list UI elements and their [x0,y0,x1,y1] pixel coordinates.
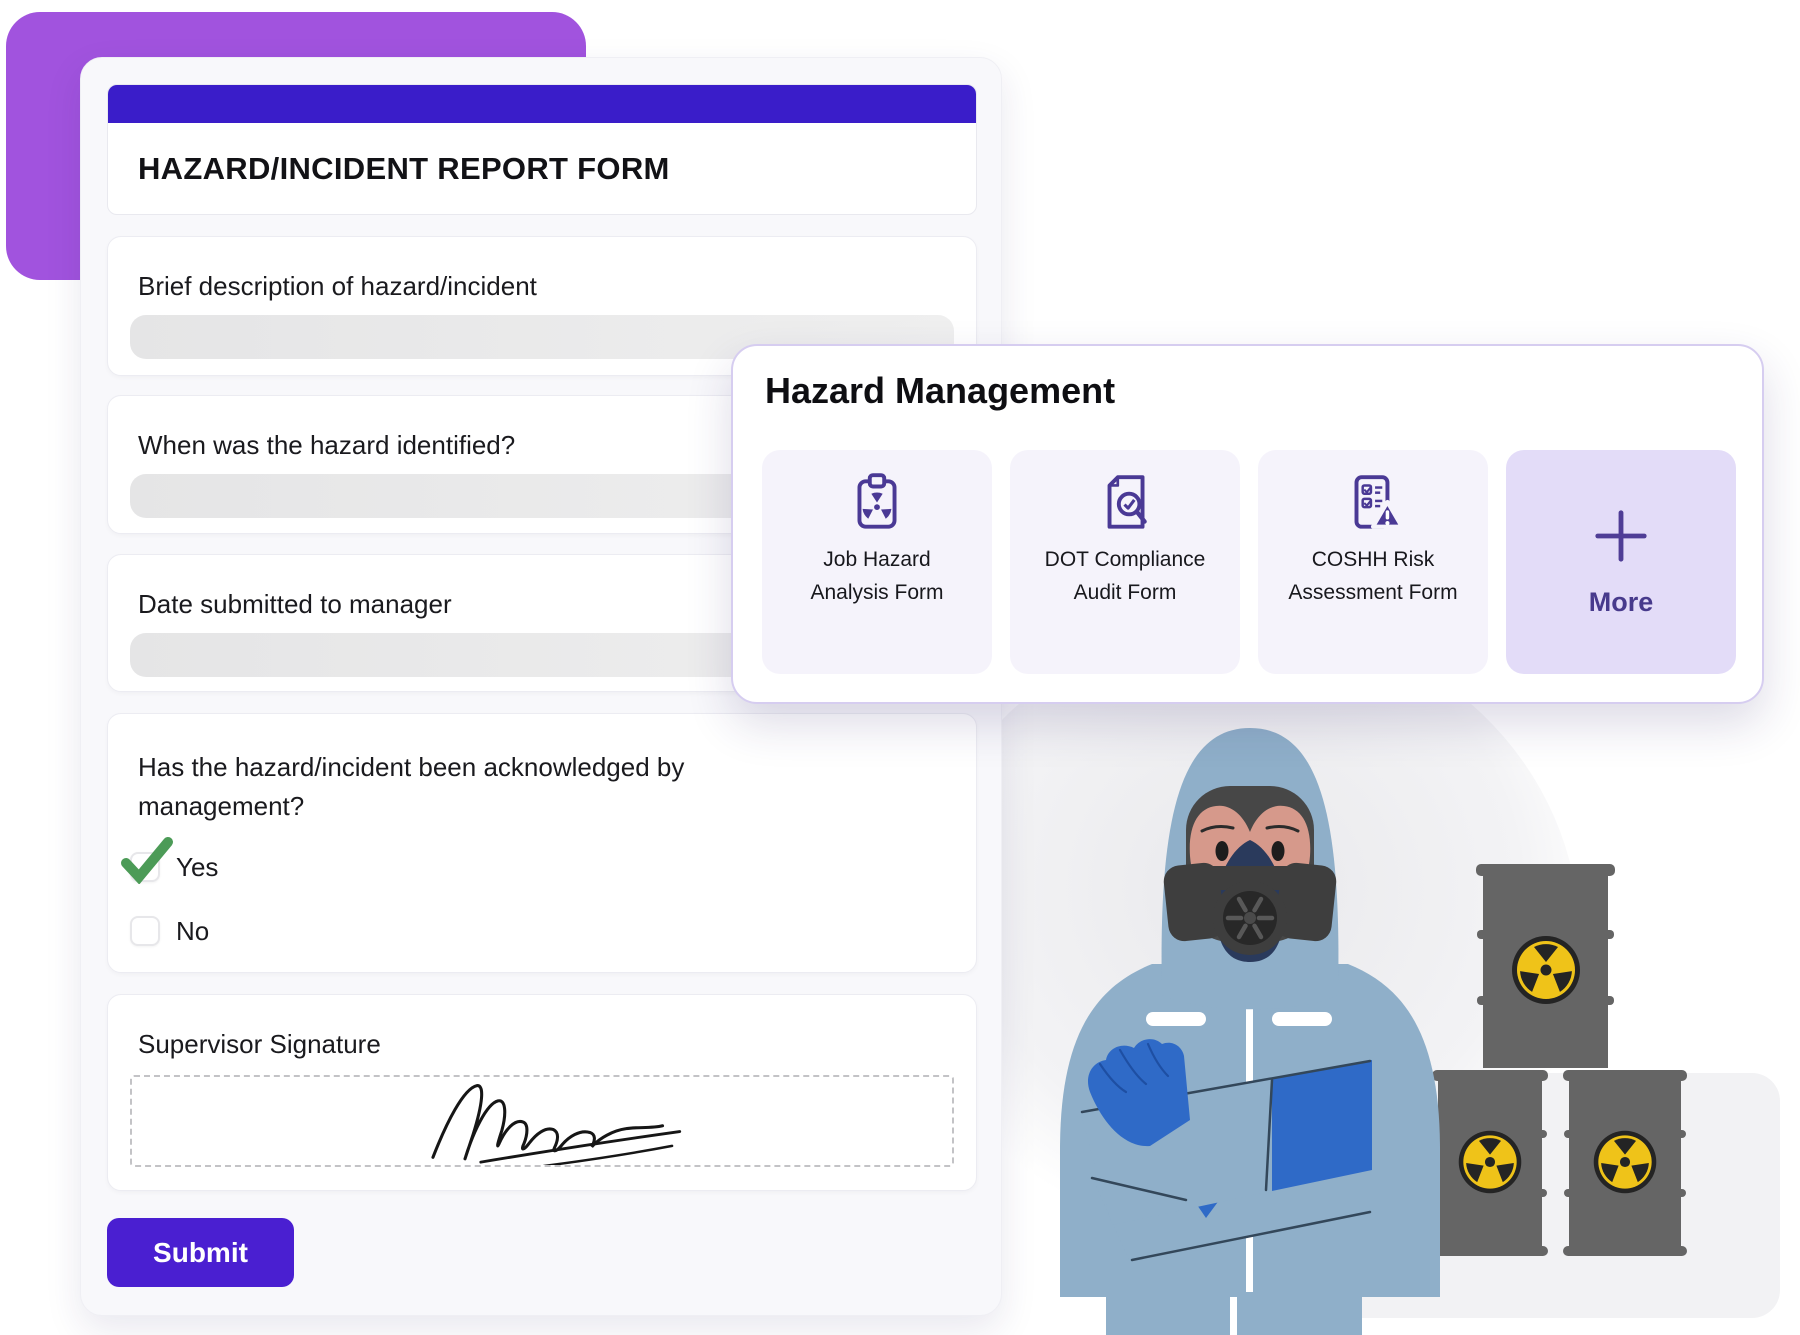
submit-button[interactable]: Submit [107,1218,294,1287]
tile-label: COSHH Risk Assessment Form [1288,544,1458,610]
field-supervisor-signature: Supervisor Signature [107,994,977,1191]
clipboard-radiation-icon [844,470,910,536]
panel-title: Hazard Management [765,370,1115,412]
form-header: HAZARD/INCIDENT REPORT FORM [107,84,977,215]
option-no[interactable]: No [130,914,530,948]
hazmat-worker-illustration [950,640,1800,1335]
hazard-management-panel: Hazard Management Job Hazard Analysis Fo… [731,344,1764,704]
tile-label: DOT Compliance Audit Form [1040,544,1210,610]
no-label: No [176,916,209,947]
yes-label: Yes [176,852,218,883]
green-check-icon [120,836,174,884]
question-label: Has the hazard/incident been acknowledge… [138,748,758,826]
option-yes[interactable]: Yes [130,850,530,884]
checklist-warning-icon [1340,470,1406,536]
signature-scribble [132,1077,952,1165]
signature-pad[interactable] [130,1075,954,1167]
no-checkbox[interactable] [130,916,160,946]
field-acknowledged-question: Has the hazard/incident been acknowledge… [107,713,977,973]
more-label: More [1589,587,1654,618]
form-title: HAZARD/INCIDENT REPORT FORM [138,123,670,214]
field-label: When was the hazard identified? [138,430,515,461]
tile-dot-compliance-audit[interactable]: DOT Compliance Audit Form [1010,450,1240,674]
tile-job-hazard-analysis[interactable]: Job Hazard Analysis Form [762,450,992,674]
plus-icon [1592,507,1650,565]
field-label: Date submitted to manager [138,589,452,620]
tile-coshh-risk-assessment[interactable]: COSHH Risk Assessment Form [1258,450,1488,674]
tile-label: Job Hazard Analysis Form [792,544,962,610]
page: HAZARD/INCIDENT REPORT FORM Brief descri… [0,0,1800,1335]
tile-more[interactable]: More [1506,450,1736,674]
form-header-bar [108,85,976,123]
document-magnifier-icon [1092,470,1158,536]
signature-label: Supervisor Signature [138,1029,381,1060]
field-label: Brief description of hazard/incident [138,271,537,302]
